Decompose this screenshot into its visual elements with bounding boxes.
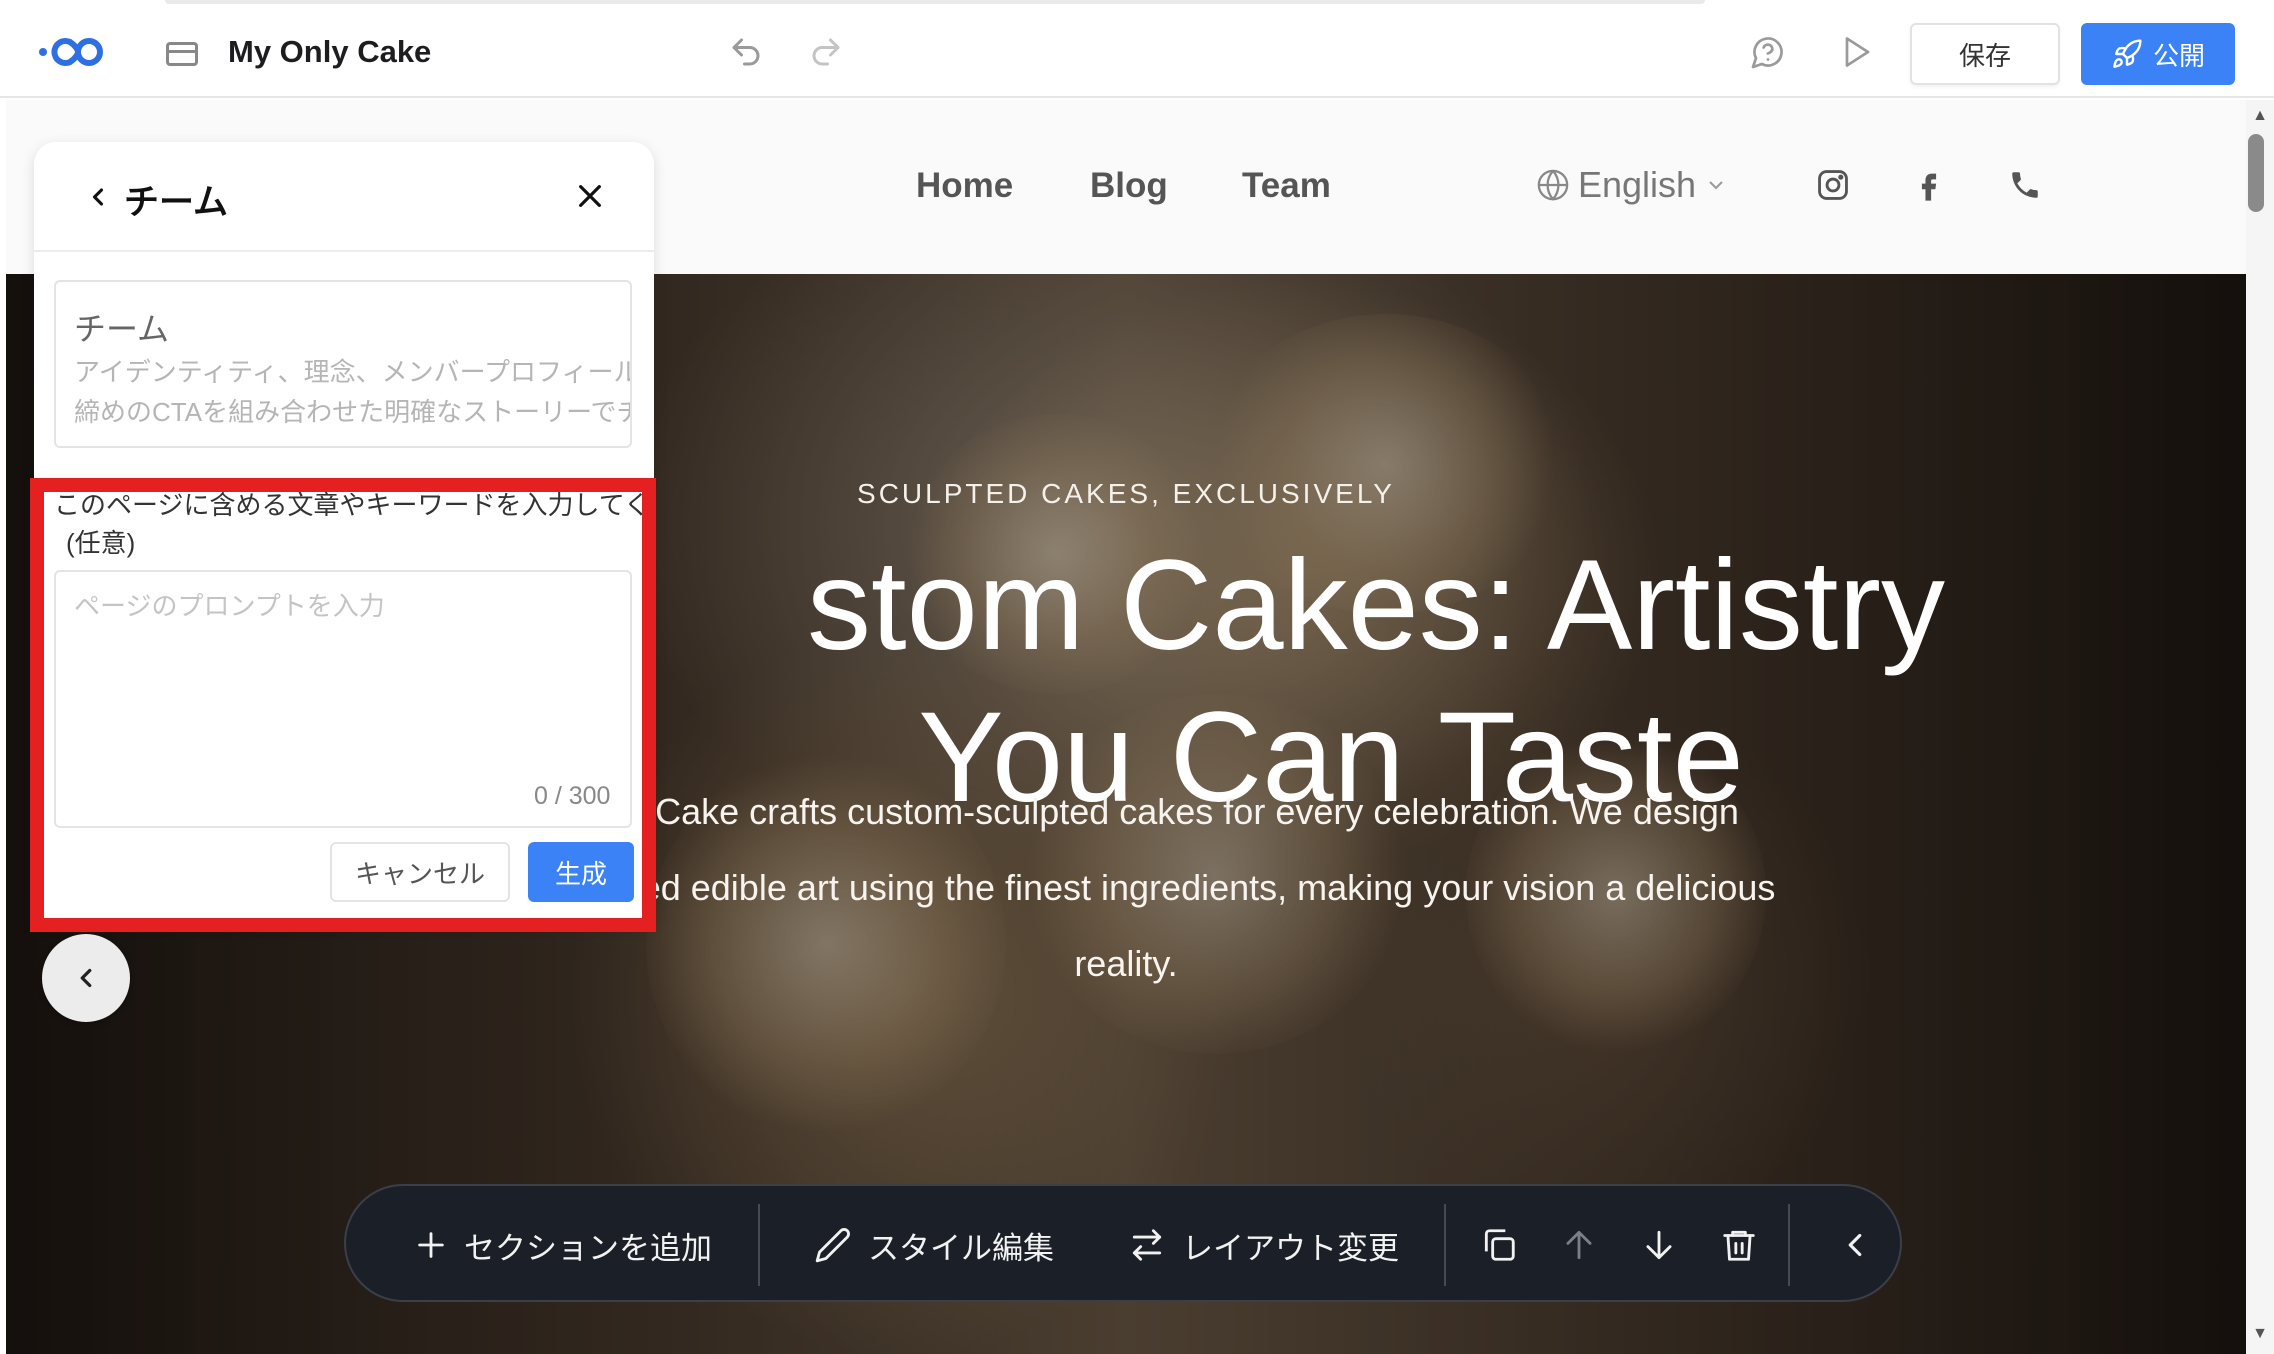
- cancel-button[interactable]: キャンセル: [330, 842, 510, 902]
- app-top-bar: My Only Cake 保存 公開: [0, 0, 2274, 98]
- preview-play-icon[interactable]: [1838, 34, 1874, 70]
- prompt-label-line-1: このページに含める文章やキーワードを入力してく: [54, 490, 650, 520]
- phone-icon[interactable]: [2008, 168, 2042, 202]
- preview-scrollbar[interactable]: [2246, 100, 2274, 1354]
- help-chat-icon[interactable]: [1750, 34, 1786, 70]
- app-logo-icon[interactable]: [38, 32, 122, 72]
- chevron-down-icon: [1709, 181, 1723, 190]
- top-notch: [165, 0, 1705, 4]
- collapse-toolbar-chevron-icon[interactable]: [1836, 1226, 1874, 1264]
- language-selector[interactable]: English: [1536, 164, 1728, 206]
- language-label: English: [1578, 164, 1697, 205]
- rocket-icon: [2113, 39, 2142, 68]
- pencil-icon: [815, 1228, 850, 1263]
- page-generate-panel: チーム チーム アイデンティティ、理念、メンバープロフィール、 締めのCTAを組…: [34, 142, 654, 922]
- publish-button-label: 公開: [2152, 40, 2205, 71]
- generate-button[interactable]: 生成: [528, 842, 634, 902]
- delete-trash-icon[interactable]: [1720, 1226, 1758, 1264]
- back-chevron-icon[interactable]: [84, 180, 112, 214]
- scroll-down-icon[interactable]: ▼: [2246, 1322, 2274, 1346]
- close-icon[interactable]: [574, 180, 606, 212]
- page-template-card[interactable]: チーム アイデンティティ、理念、メンバープロフィール、 締めのCTAを組み合わせ…: [54, 280, 632, 448]
- undo-icon[interactable]: [728, 34, 764, 70]
- nav-link-team[interactable]: Team: [1242, 166, 1331, 206]
- prompt-label-line-2: (任意): [66, 528, 136, 558]
- move-down-icon[interactable]: [1640, 1226, 1678, 1264]
- instagram-icon[interactable]: [1816, 168, 1850, 202]
- template-description-line-2: 締めのCTAを組み合わせた明確なストーリーでチー: [74, 397, 632, 427]
- cancel-button-label: キャンセル: [354, 858, 485, 889]
- duplicate-icon[interactable]: [1480, 1226, 1518, 1264]
- edit-style-label: スタイル編集: [868, 1230, 1054, 1266]
- add-section-label: セクションを追加: [464, 1230, 712, 1266]
- save-button[interactable]: 保存: [1910, 23, 2060, 85]
- section-edit-toolbar: セクションを追加 スタイル編集 レイアウト変更: [344, 1184, 1902, 1302]
- template-description-line-1: アイデンティティ、理念、メンバープロフィール、: [74, 357, 632, 387]
- template-description: アイデンティティ、理念、メンバープロフィール、 締めのCTAを組み合わせた明確な…: [74, 352, 632, 432]
- change-layout-label: レイアウト変更: [1182, 1230, 1399, 1266]
- swap-arrows-icon: [1132, 1229, 1162, 1261]
- facebook-icon[interactable]: [1912, 168, 1946, 202]
- toolbar-divider: [1444, 1204, 1446, 1286]
- generate-button-label: 生成: [554, 858, 607, 889]
- redo-icon[interactable]: [808, 34, 844, 70]
- hero-title-line-1: stom Cakes: Artistry: [807, 534, 1945, 677]
- panel-title: チーム: [124, 183, 228, 222]
- nav-link-home[interactable]: Home: [916, 166, 1013, 206]
- page-switcher-icon[interactable]: [166, 42, 198, 66]
- globe-icon: [1537, 169, 1569, 201]
- toolbar-divider: [758, 1204, 760, 1286]
- change-layout-button[interactable]: レイアウト変更: [1128, 1186, 1399, 1304]
- character-counter: 0 / 300: [534, 782, 611, 810]
- hero-subtitle: My Only Cake crafts custom-sculpted cake…: [476, 791, 1776, 984]
- chevron-left-icon: [80, 968, 92, 988]
- scrollbar-thumb[interactable]: [2248, 134, 2264, 212]
- edit-style-button[interactable]: スタイル編集: [814, 1186, 1054, 1304]
- nav-link-blog[interactable]: Blog: [1090, 166, 1168, 206]
- plus-icon: [418, 1232, 444, 1258]
- add-section-button[interactable]: セクションを追加: [414, 1186, 712, 1304]
- collapse-panel-button[interactable]: [42, 934, 130, 1022]
- toolbar-divider: [1788, 1204, 1790, 1286]
- template-name: チーム: [74, 311, 170, 347]
- publish-button[interactable]: 公開: [2081, 23, 2235, 85]
- save-button-label: 保存: [1958, 40, 2011, 71]
- scroll-up-icon[interactable]: ▲: [2246, 104, 2274, 128]
- panel-header: チーム: [34, 142, 654, 252]
- prompt-field-label: このページに含める文章やキーワードを入力してく (任意): [54, 486, 654, 562]
- move-up-icon[interactable]: [1560, 1226, 1598, 1264]
- app-title: My Only Cake: [228, 34, 432, 69]
